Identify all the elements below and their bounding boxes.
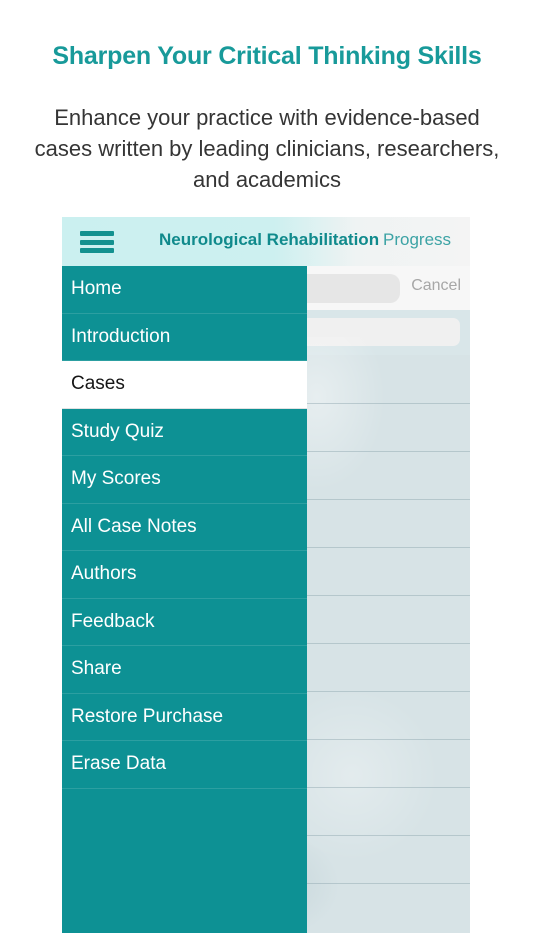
drawer-item-label: Home — [71, 278, 122, 300]
drawer-item-label: My Scores — [71, 468, 161, 490]
drawer-item-label: Authors — [71, 563, 137, 585]
cancel-button[interactable]: Cancel — [411, 277, 461, 295]
hamburger-menu-icon[interactable] — [80, 231, 114, 253]
app-store-promo-screenshot: Sharpen Your Critical Thinking Skills En… — [0, 0, 534, 950]
drawer-item-label: Restore Purchase — [71, 705, 224, 727]
drawer-item-label: Feedback — [71, 610, 155, 632]
drawer-item-my-scores[interactable]: My Scores — [62, 456, 307, 504]
drawer-item-erase-data[interactable]: Erase Data — [62, 741, 307, 789]
drawer-item-label: Introduction — [71, 325, 171, 347]
drawer-item-study-quiz[interactable]: Study Quiz — [62, 408, 307, 456]
drawer-item-restore-purchase[interactable]: Restore Purchase — [62, 693, 307, 741]
drawer-item-label: All Case Notes — [71, 515, 197, 537]
drawer-item-all-case-notes[interactable]: All Case Notes — [62, 503, 307, 551]
app-navigation-bar: Neurological Rehabilitation Progress — [62, 217, 470, 266]
page-title: Sharpen Your Critical Thinking Skills — [52, 42, 482, 70]
drawer-item-share[interactable]: Share — [62, 646, 307, 694]
drawer-item-feedback[interactable]: Feedback — [62, 598, 307, 646]
page-subtitle: Enhance your practice with evidence-base… — [34, 105, 500, 192]
drawer-item-label: Erase Data — [71, 753, 167, 775]
phone-screenshot-frame: Neurological Rehabilitation Progress Can… — [62, 217, 470, 933]
drawer-item-authors[interactable]: Authors — [62, 551, 307, 599]
drawer-item-label: Study Quiz — [71, 420, 164, 442]
drawer-empty-space — [62, 788, 307, 933]
drawer-item-label: Share — [71, 658, 122, 680]
progress-button[interactable]: Progress — [383, 230, 451, 250]
drawer-item-list: Home Introduction Cases Study Quiz My Scores… — [62, 266, 307, 933]
navigation-drawer: Home Introduction Cases Study Quiz My Scores… — [62, 266, 307, 933]
drawer-item-home[interactable]: Home — [62, 266, 307, 314]
app-title: Neurological Rehabilitation — [159, 230, 380, 249]
drawer-item-introduction[interactable]: Introduction — [62, 313, 307, 361]
drawer-item-cases[interactable]: Cases — [62, 361, 307, 409]
drawer-item-label: Cases — [71, 373, 125, 395]
